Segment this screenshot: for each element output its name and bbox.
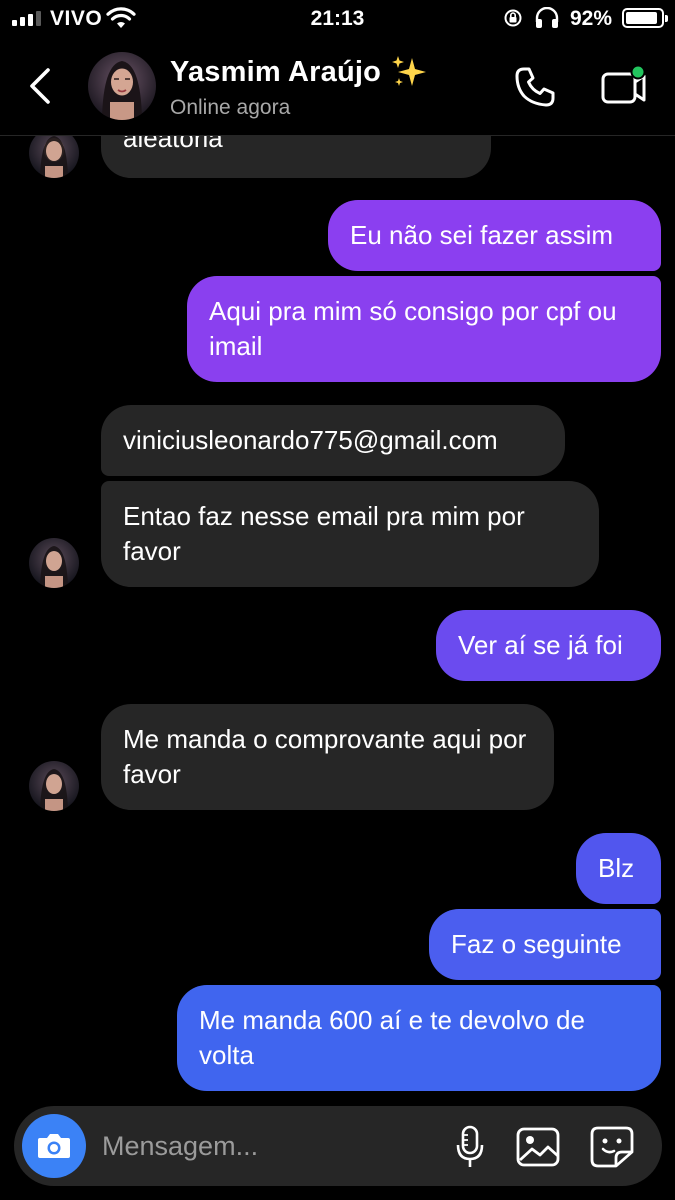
message-thread[interactable]: aleatoria Eu não sei fazer assim Aqui pr…	[0, 0, 675, 1200]
message-outgoing[interactable]: Me manda 600 aí e te devolvo de volta	[177, 985, 661, 1091]
message-text: Aqui pra mim só consigo por cpf ou imail	[209, 296, 617, 361]
contact-avatar[interactable]	[29, 538, 79, 588]
message-text: Eu não sei fazer assim	[350, 220, 614, 250]
message-text: Me manda o comprovante aqui por favor	[123, 724, 527, 789]
camera-icon	[38, 1134, 70, 1158]
camera-button[interactable]	[22, 1114, 86, 1178]
contact-avatar[interactable]	[88, 52, 156, 120]
message-text: Me manda 600 aí e te devolvo de volta	[199, 1005, 585, 1070]
message-outgoing[interactable]: Faz o seguinte	[429, 909, 661, 980]
message-incoming[interactable]: Entao faz nesse email pra mim por favor	[101, 481, 599, 587]
contact-name[interactable]: Yasmim Araújo	[170, 56, 381, 89]
phone-icon[interactable]	[512, 64, 558, 110]
message-outgoing[interactable]: Eu não sei fazer assim	[328, 200, 661, 271]
message-text: Faz o seguinte	[451, 929, 622, 959]
message-incoming[interactable]: Me manda o comprovante aqui por favor	[101, 704, 554, 810]
message-outgoing[interactable]: Blz	[576, 833, 661, 904]
message-composer	[14, 1106, 662, 1186]
message-text: viniciusleonardo775@gmail.com	[123, 425, 498, 455]
battery-percentage: 92%	[570, 7, 613, 30]
chevron-left-icon[interactable]	[22, 64, 62, 108]
rotation-lock-icon	[504, 9, 522, 27]
message-incoming[interactable]: viniciusleonardo775@gmail.com	[101, 405, 565, 476]
sticker-icon[interactable]	[588, 1124, 636, 1170]
message-text: Entao faz nesse email pra mim por favor	[123, 501, 525, 566]
message-input[interactable]	[102, 1124, 432, 1168]
video-active-indicator	[630, 64, 646, 80]
video-call-icon[interactable]	[598, 64, 652, 110]
message-text: Blz	[598, 853, 635, 883]
headphones-icon	[535, 7, 559, 28]
message-outgoing[interactable]: Ver aí se já foi	[436, 610, 661, 681]
contact-status: Online agora	[170, 96, 291, 119]
message-outgoing[interactable]: Aqui pra mim só consigo por cpf ou imail	[187, 276, 661, 382]
image-icon[interactable]	[514, 1124, 562, 1170]
status-bar: VIVO 21:13 92%	[0, 0, 675, 40]
battery-icon	[622, 8, 668, 28]
message-text: Ver aí se já foi	[458, 630, 623, 660]
chat-header: Yasmim Araújo Online agora	[0, 40, 675, 136]
contact-avatar[interactable]	[29, 761, 79, 811]
microphone-icon[interactable]	[450, 1124, 490, 1170]
sparkles-emoji	[392, 56, 426, 86]
